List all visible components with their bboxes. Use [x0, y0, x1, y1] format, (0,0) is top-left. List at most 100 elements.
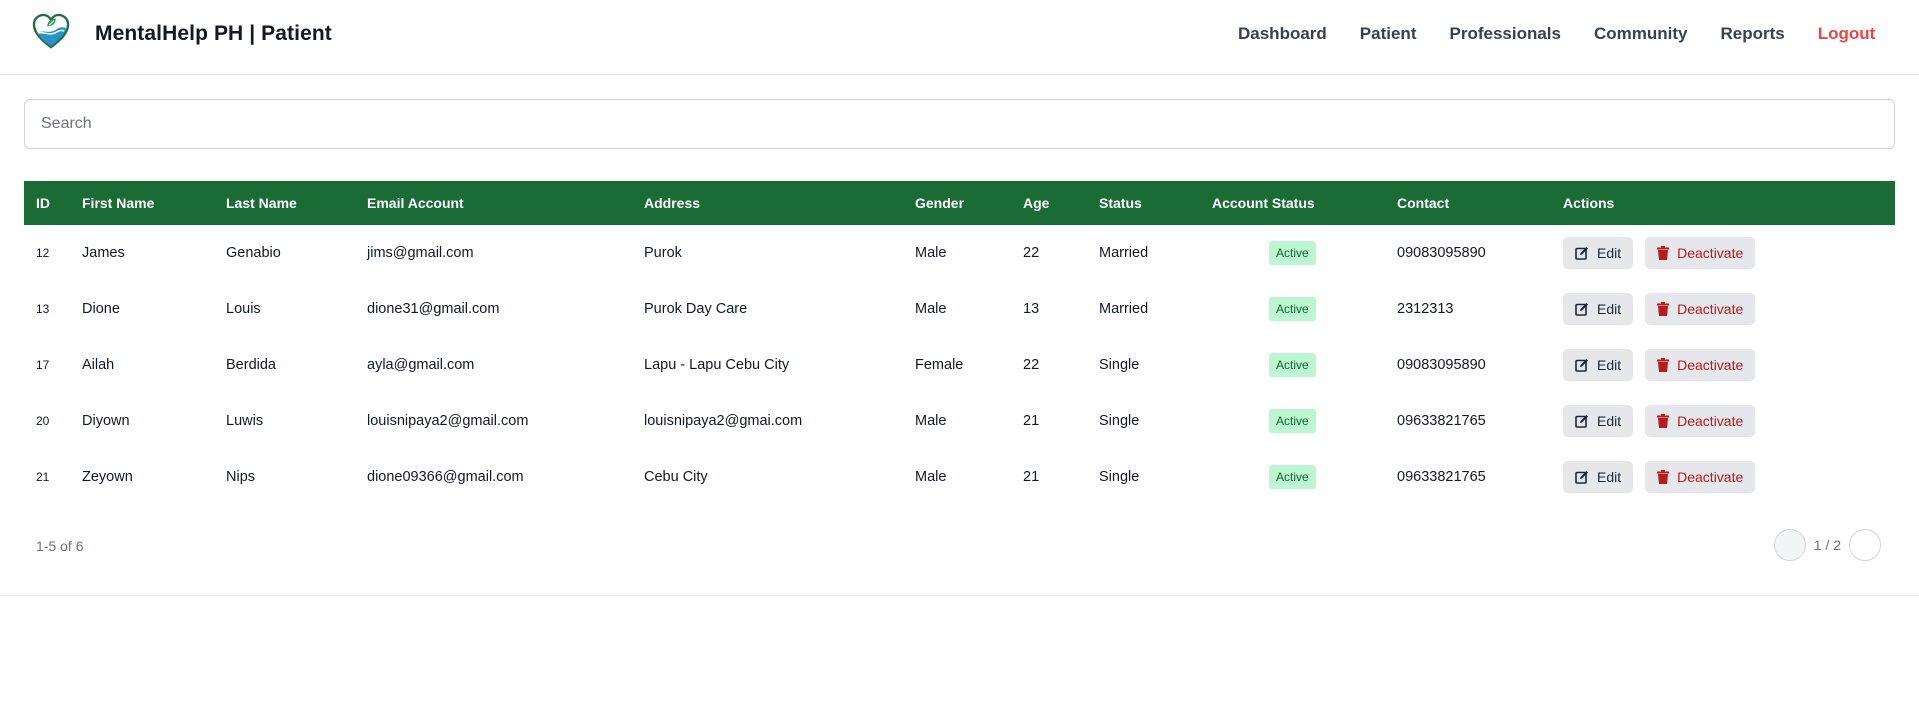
table-header-row: ID First Name Last Name Email Account Ad…	[24, 181, 1895, 225]
table-body: 12 James Genabio jims@gmail.com Purok Ma…	[24, 225, 1895, 505]
cell-contact: 2312313	[1397, 301, 1454, 317]
cell-account-status: Active	[1212, 337, 1397, 393]
deactivate-label: Deactivate	[1677, 301, 1744, 317]
edit-button[interactable]: Edit	[1563, 349, 1634, 381]
cell-last-name: Louis	[226, 301, 261, 317]
status-badge: Active	[1269, 297, 1316, 321]
cell-first-name: Zeyown	[82, 469, 133, 485]
deactivate-button[interactable]: Deactivate	[1645, 293, 1756, 325]
deactivate-button[interactable]: Deactivate	[1645, 237, 1756, 269]
next-page-button[interactable]	[1849, 529, 1881, 561]
trash-icon	[1657, 470, 1670, 484]
cell-gender: Male	[915, 301, 947, 317]
edit-button[interactable]: Edit	[1563, 237, 1634, 269]
edit-icon	[1575, 303, 1588, 316]
cell-age: 21	[1023, 413, 1040, 429]
cell-age: 13	[1023, 301, 1040, 317]
table-row: 17 Ailah Berdida ayla@gmail.com Lapu - L…	[24, 337, 1895, 393]
cell-first-name: Diyown	[82, 413, 130, 429]
deactivate-label: Deactivate	[1677, 469, 1744, 485]
nav-patient[interactable]: Patient	[1360, 24, 1417, 44]
cell-address: louisnipaya2@gmai.com	[644, 413, 803, 429]
col-first-name[interactable]: First Name	[82, 181, 226, 225]
cell-address: Purok	[644, 245, 682, 261]
col-contact[interactable]: Contact	[1397, 181, 1563, 225]
cell-address: Purok Day Care	[644, 301, 748, 317]
table-row: 21 Zeyown Nips dione09366@gmail.com Cebu…	[24, 449, 1895, 505]
status-badge: Active	[1269, 241, 1316, 265]
deactivate-label: Deactivate	[1677, 245, 1744, 261]
status-badge: Active	[1269, 409, 1316, 433]
cell-id: 12	[36, 246, 50, 260]
cell-gender: Male	[915, 245, 947, 261]
nav-community[interactable]: Community	[1594, 24, 1688, 44]
table-row: 13 Dione Louis dione31@gmail.com Purok D…	[24, 281, 1895, 337]
edit-label: Edit	[1597, 357, 1622, 373]
edit-icon	[1575, 359, 1588, 372]
nav-dashboard[interactable]: Dashboard	[1238, 24, 1327, 44]
trash-icon	[1657, 302, 1670, 316]
nav-professionals[interactable]: Professionals	[1449, 24, 1561, 44]
cell-account-status: Active	[1212, 449, 1397, 505]
cell-contact: 09633821765	[1397, 469, 1486, 485]
table-header: ID First Name Last Name Email Account Ad…	[24, 181, 1895, 225]
deactivate-button[interactable]: Deactivate	[1645, 461, 1756, 493]
page-indicator: 1 / 2	[1813, 537, 1841, 553]
status-badge: Active	[1269, 353, 1316, 377]
trash-icon	[1657, 414, 1670, 428]
cell-status: Single	[1099, 413, 1140, 429]
cell-age: 22	[1023, 357, 1040, 373]
cell-account-status: Active	[1212, 393, 1397, 449]
trash-icon	[1657, 358, 1670, 372]
cell-last-name: Berdida	[226, 357, 276, 373]
edit-icon	[1575, 247, 1588, 260]
edit-button[interactable]: Edit	[1563, 293, 1634, 325]
deactivate-button[interactable]: Deactivate	[1645, 349, 1756, 381]
edit-icon	[1575, 415, 1588, 428]
cell-email: louisnipaya2@gmail.com	[367, 413, 529, 429]
cell-account-status: Active	[1212, 281, 1397, 337]
col-id[interactable]: ID	[24, 181, 82, 225]
cell-id: 17	[36, 358, 50, 372]
edit-icon	[1575, 471, 1588, 484]
col-account-status[interactable]: Account Status	[1212, 181, 1397, 225]
cell-gender: Female	[915, 357, 964, 373]
cell-status: Married	[1099, 301, 1149, 317]
cell-id: 13	[36, 302, 50, 316]
col-address[interactable]: Address	[644, 181, 915, 225]
cell-last-name: Genabio	[226, 245, 281, 261]
cell-id: 21	[36, 470, 50, 484]
heart-logo-icon[interactable]	[32, 14, 70, 50]
cell-contact: 09633821765	[1397, 413, 1486, 429]
cell-actions: Edit Deactivate	[1563, 449, 1895, 505]
col-last-name[interactable]: Last Name	[226, 181, 367, 225]
patient-table: ID First Name Last Name Email Account Ad…	[24, 181, 1895, 505]
cell-gender: Male	[915, 469, 947, 485]
cell-first-name: Dione	[82, 301, 120, 317]
cell-gender: Male	[915, 413, 947, 429]
cell-status: Single	[1099, 469, 1140, 485]
col-email[interactable]: Email Account	[367, 181, 644, 225]
cell-email: dione09366@gmail.com	[367, 469, 524, 485]
cell-age: 22	[1023, 245, 1040, 261]
col-age[interactable]: Age	[1023, 181, 1099, 225]
pagination-range: 1-5 of 6	[36, 538, 84, 554]
cell-first-name: James	[82, 245, 125, 261]
cell-contact: 09083095890	[1397, 357, 1486, 373]
search-input[interactable]	[24, 99, 1895, 149]
edit-label: Edit	[1597, 413, 1622, 429]
prev-page-button[interactable]	[1773, 529, 1806, 561]
col-gender[interactable]: Gender	[915, 181, 1023, 225]
edit-button[interactable]: Edit	[1563, 461, 1634, 493]
status-badge: Active	[1269, 465, 1316, 489]
cell-id: 20	[36, 414, 50, 428]
edit-button[interactable]: Edit	[1563, 405, 1634, 437]
nav-logout[interactable]: Logout	[1818, 24, 1876, 44]
cell-actions: Edit Deactivate	[1563, 393, 1895, 449]
edit-label: Edit	[1597, 469, 1622, 485]
nav-reports[interactable]: Reports	[1720, 24, 1784, 44]
col-status[interactable]: Status	[1099, 181, 1212, 225]
cell-actions: Edit Deactivate	[1563, 225, 1895, 281]
deactivate-button[interactable]: Deactivate	[1645, 405, 1756, 437]
cell-last-name: Luwis	[226, 413, 264, 429]
